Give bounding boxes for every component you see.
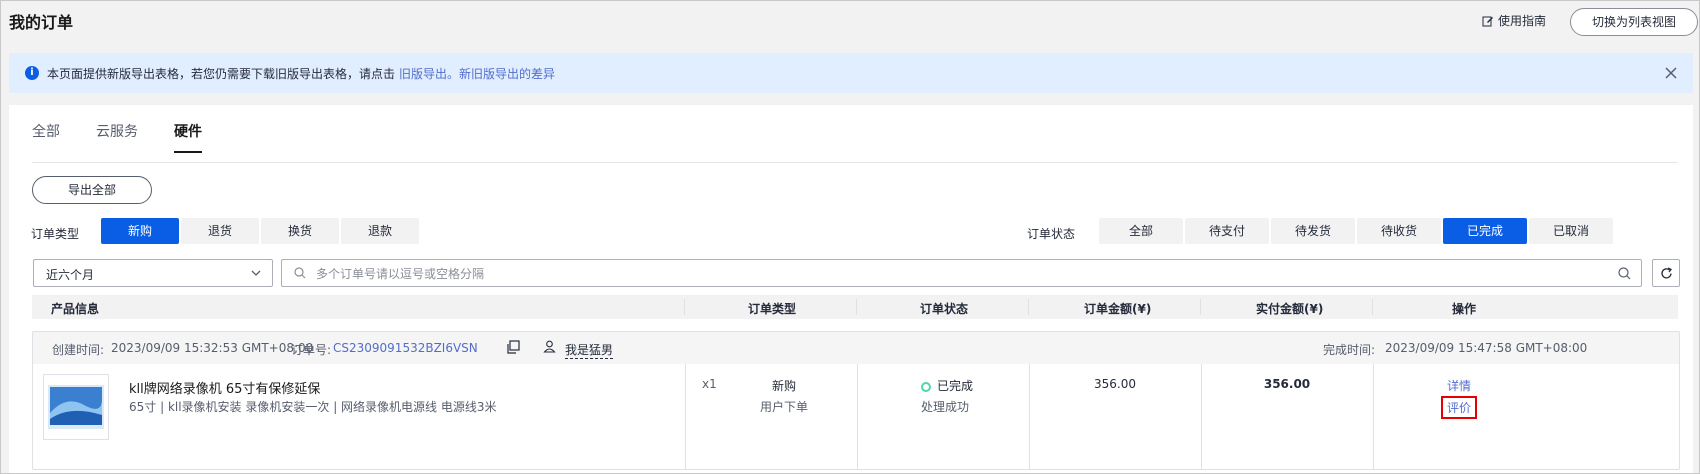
order-type-new[interactable]: 新购 — [101, 218, 179, 244]
order-number-link[interactable]: CS2309091532BZI6VSN — [333, 341, 478, 355]
paid-amount: 356.00 — [1263, 377, 1311, 391]
period-value: 近六个月 — [46, 268, 95, 282]
search-icon — [294, 267, 306, 279]
status-pending-payment[interactable]: 待支付 — [1185, 218, 1269, 244]
order-type-filter: 新购 退货 换货 退款 — [101, 218, 419, 244]
order-type-label: 订单类型 — [31, 227, 80, 241]
info-icon: i — [25, 66, 39, 80]
status-dot-icon — [921, 381, 931, 392]
product-image — [48, 385, 104, 429]
refresh-icon — [1661, 267, 1673, 279]
order-no-label: 订单号: — [291, 343, 332, 357]
order-type-value: 新购 — [771, 379, 796, 393]
user-icon — [543, 340, 556, 353]
col-order-amount: 订单金额(¥) — [1084, 302, 1152, 316]
order-amount: 356.00 — [1094, 377, 1136, 391]
created-time-label: 创建时间: — [52, 343, 105, 357]
order-group: 创建时间: 2023/09/09 15:32:53 GMT+08:00 订单号:… — [32, 331, 1680, 470]
user-guide-label: 使用指南 — [1498, 14, 1547, 28]
copy-icon[interactable] — [506, 340, 520, 354]
order-group-header: 创建时间: 2023/09/09 15:32:53 GMT+08:00 订单号:… — [33, 332, 1679, 364]
export-diff-link[interactable]: 新旧版导出的差异 — [459, 65, 555, 82]
status-all[interactable]: 全部 — [1099, 218, 1183, 244]
completed-time: 2023/09/09 15:47:58 GMT+08:00 — [1385, 341, 1588, 355]
switch-list-view-button[interactable]: 切换为列表视图 — [1570, 8, 1698, 36]
export-notice-banner: i 本页面提供新版导出表格，若您仍需要下载旧版导出表格，请点击 旧版导出。 新旧… — [9, 53, 1693, 93]
export-all-button[interactable]: 导出全部 — [32, 176, 152, 204]
status-completed[interactable]: 已完成 — [1443, 218, 1527, 244]
old-export-link[interactable]: 旧版导出。 — [399, 65, 459, 82]
page-title: 我的订单 — [9, 13, 74, 32]
chevron-down-icon — [251, 270, 261, 276]
status-pending-receipt[interactable]: 待收货 — [1357, 218, 1441, 244]
col-divider — [1200, 299, 1201, 315]
col-divider — [684, 299, 685, 315]
completed-time-label: 完成时间: — [1323, 343, 1376, 357]
orders-card: 全部 云服务 硬件 导出全部 订单类型 新购 退货 换货 退款 订单状态 全部 … — [9, 105, 1693, 473]
order-type-refund[interactable]: 退款 — [341, 218, 419, 244]
period-select[interactable]: 近六个月 — [33, 259, 273, 287]
cell-divider — [685, 364, 686, 469]
col-operations: 操作 — [1452, 302, 1477, 316]
search-input[interactable] — [314, 263, 1608, 285]
order-status-cell: 已完成 处理成功 — [921, 377, 973, 415]
cell-divider — [1373, 364, 1374, 469]
rate-link[interactable]: 评价 — [1440, 396, 1477, 419]
order-status-sub: 处理成功 — [921, 400, 970, 414]
tab-cloud-services[interactable]: 云服务 — [96, 121, 138, 153]
buyer-name[interactable]: 我是猛男 — [565, 341, 614, 359]
product-thumbnail[interactable] — [43, 374, 109, 440]
table-header: 产品信息 订单类型 订单状态 订单金额(¥) 实付金额(¥) 操作 — [32, 295, 1678, 319]
order-status-value: 已完成 — [937, 379, 974, 393]
col-paid-amount: 实付金额(¥) — [1256, 302, 1324, 316]
edit-doc-icon — [1482, 16, 1493, 26]
refresh-button[interactable] — [1652, 259, 1680, 287]
close-icon[interactable] — [1663, 65, 1679, 81]
col-order-status: 订单状态 — [920, 302, 969, 316]
tab-all[interactable]: 全部 — [32, 121, 60, 153]
page-frame: 我的订单 使用指南 切换为列表视图 i 本页面提供新版导出表格，若您仍需要下载旧… — [0, 0, 1700, 474]
table-row: kll牌网络录像机 65寸有保修延保 65寸 | kll录像机安装 录像机安装一… — [33, 364, 1679, 469]
tab-hardware[interactable]: 硬件 — [174, 121, 202, 153]
order-type-sub: 用户下单 — [759, 400, 808, 414]
created-time: 2023/09/09 15:32:53 GMT+08:00 — [111, 341, 314, 355]
operations-cell: 详情 评价 — [1419, 377, 1499, 419]
order-status-filter: 全部 待支付 待发货 待收货 已完成 已取消 — [1099, 218, 1613, 244]
status-cancelled[interactable]: 已取消 — [1529, 218, 1613, 244]
col-divider — [856, 299, 857, 315]
order-type-exchange[interactable]: 换货 — [261, 218, 339, 244]
tabs-divider — [32, 162, 1677, 163]
order-search — [281, 259, 1642, 287]
order-type-return[interactable]: 退货 — [181, 218, 259, 244]
notice-text: 本页面提供新版导出表格，若您仍需要下载旧版导出表格，请点击 — [47, 66, 396, 81]
user-guide-link[interactable]: 使用指南 — [1482, 12, 1546, 29]
detail-link[interactable]: 详情 — [1419, 377, 1499, 394]
cell-divider — [857, 364, 858, 469]
order-status-label: 订单状态 — [1027, 227, 1076, 241]
product-name-link[interactable]: kll牌网络录像机 65寸有保修延保 — [129, 378, 320, 397]
search-submit-icon[interactable] — [1618, 267, 1631, 280]
category-tabs: 全部 云服务 硬件 — [32, 121, 238, 153]
product-spec: 65寸 | kll录像机安装 录像机安装一次 | 网络录像机电源线 电源线3米 — [129, 400, 497, 414]
order-type-cell: 新购 用户下单 — [709, 377, 859, 415]
status-pending-shipment[interactable]: 待发货 — [1271, 218, 1355, 244]
col-divider — [1028, 299, 1029, 315]
col-divider — [1372, 299, 1373, 315]
col-order-type: 订单类型 — [748, 302, 797, 316]
col-product-info: 产品信息 — [51, 302, 100, 316]
